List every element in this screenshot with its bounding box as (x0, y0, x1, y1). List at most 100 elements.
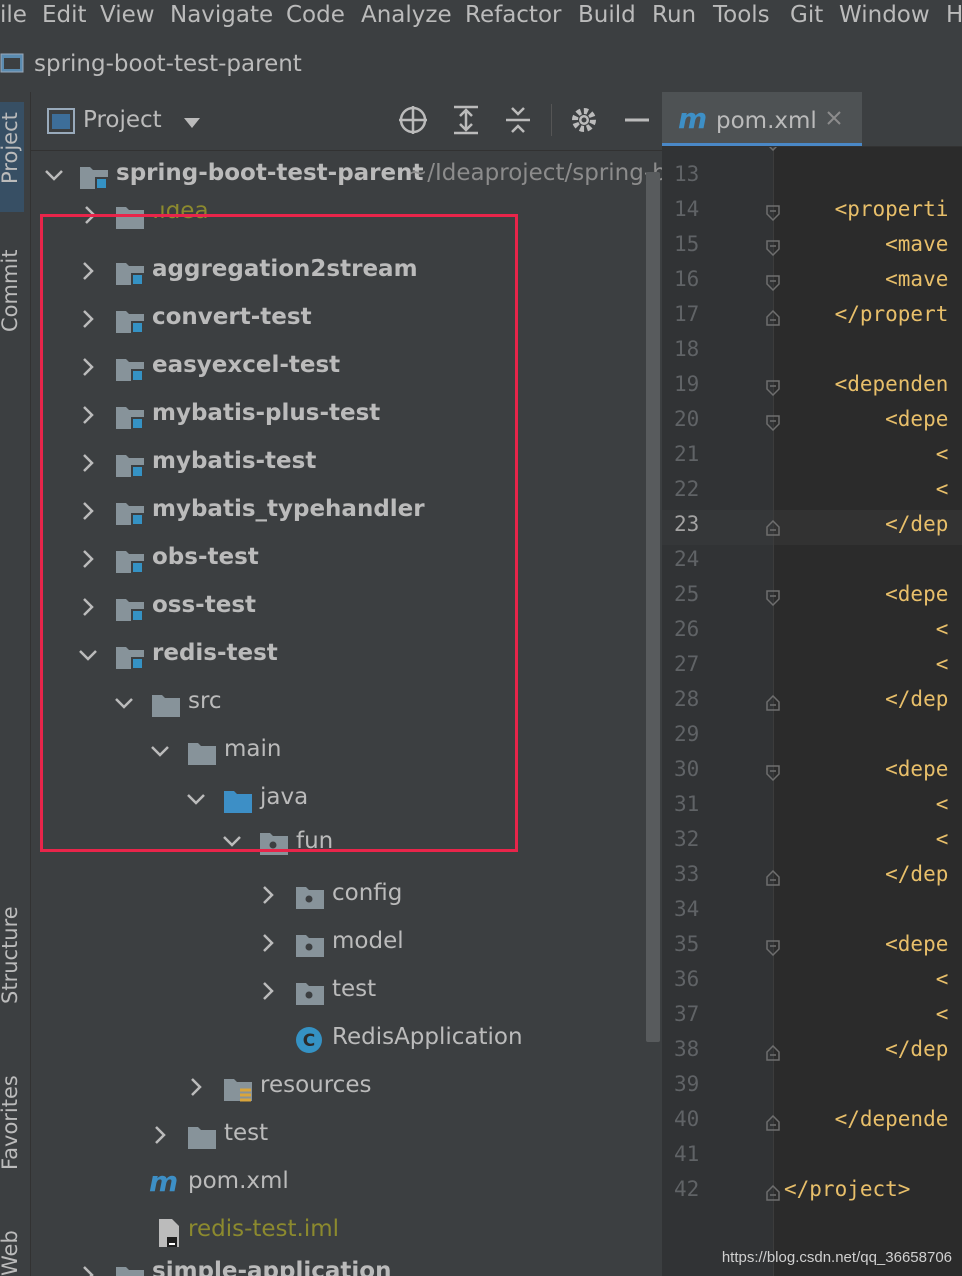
fold-end-icon[interactable] (766, 1114, 780, 1131)
chevron-right-icon[interactable] (257, 884, 279, 906)
code-line: < (784, 827, 949, 851)
tree-label-model: model (332, 928, 404, 954)
fold-end-icon[interactable] (766, 519, 780, 536)
code-line: </depende (784, 1107, 949, 1131)
view-dropdown-icon[interactable] (183, 114, 201, 133)
line-number: 34 (674, 897, 700, 921)
fold-end-icon[interactable] (766, 1184, 780, 1201)
fold-end-icon[interactable] (766, 694, 780, 711)
code-line: <depe (784, 757, 949, 781)
tab-commit[interactable]: Commit (0, 250, 22, 333)
tree-row-package[interactable]: test (31, 972, 662, 1020)
collapse-all-icon[interactable] (502, 104, 534, 136)
fold-start-icon[interactable] (766, 380, 780, 397)
fold-end-icon[interactable] (766, 869, 780, 886)
tab-project[interactable]: Project (0, 112, 22, 184)
line-number: 30 (674, 757, 700, 781)
tree-row-pom[interactable]: m pom.xml (31, 1164, 662, 1212)
chevron-down-icon[interactable] (43, 164, 65, 186)
menu-git[interactable]: Git (790, 0, 823, 38)
tab-structure[interactable]: Structure (0, 906, 22, 1004)
line-number: 23 (674, 512, 700, 536)
tree-row-module[interactable]: simple-application (31, 1260, 662, 1276)
code-line: < (784, 1002, 949, 1026)
menu-code[interactable]: Code (286, 0, 345, 38)
gear-icon[interactable] (568, 104, 600, 136)
locate-icon[interactable] (397, 104, 429, 136)
menu-window[interactable]: Window (839, 0, 930, 38)
line-number: 42 (674, 1177, 700, 1201)
line-number: 18 (674, 337, 700, 361)
menu-refactor[interactable]: Refactor (465, 0, 561, 38)
code-line: <mave (784, 232, 949, 256)
code-line: <dependen (784, 372, 949, 396)
code-line: < (784, 617, 949, 641)
folder-icon (187, 1124, 217, 1154)
tree-row-package[interactable]: model (31, 924, 662, 972)
fold-end-icon[interactable] (766, 1044, 780, 1061)
editor-tab-bar: m pom.xml (662, 92, 962, 147)
tab-pom-xml[interactable]: m pom.xml (662, 92, 862, 146)
tree-row-test-dir[interactable]: test (31, 1116, 662, 1164)
line-number: 20 (674, 407, 700, 431)
menu-help[interactable]: H (946, 0, 962, 38)
tree-row-root[interactable]: spring-boot-test-parent ~/Ideaproject/sp… (31, 156, 667, 204)
fold-start-icon[interactable] (766, 240, 780, 257)
chevron-right-icon[interactable] (257, 932, 279, 954)
fold-start-icon[interactable] (766, 765, 780, 782)
navigation-bar: spring-boot-test-parent (0, 38, 962, 93)
code-line: </dep (784, 862, 949, 886)
expand-all-icon[interactable] (450, 104, 482, 136)
fold-start-icon[interactable] (766, 940, 780, 957)
iml-file-icon (155, 1218, 181, 1252)
hide-icon[interactable] (621, 104, 653, 136)
menu-run[interactable]: Run (652, 0, 696, 38)
chevron-right-icon[interactable] (257, 980, 279, 1002)
code-line: <properti (784, 197, 949, 221)
svg-text:C: C (303, 1031, 315, 1051)
menu-build[interactable]: Build (578, 0, 636, 38)
fold-start-icon[interactable] (766, 415, 780, 432)
fold-end-icon[interactable] (766, 309, 780, 326)
left-tool-strip: Project Commit Structure Favorites Web (0, 92, 31, 1276)
code-line: </propert (784, 302, 949, 326)
chevron-right-icon[interactable] (185, 1076, 207, 1098)
tree-scrollbar[interactable] (646, 172, 660, 1042)
code-area[interactable]: 12 <artifact1314 <properti15 <mave16 <ma… (662, 92, 962, 1276)
chevron-right-icon[interactable] (77, 1264, 99, 1276)
tree-row-package[interactable]: config (31, 876, 662, 924)
fold-start-icon[interactable] (766, 590, 780, 607)
code-line: </dep (784, 687, 949, 711)
close-icon[interactable] (826, 110, 842, 130)
menu-view[interactable]: View (100, 0, 155, 38)
tree-module-label: simple-application (152, 1260, 392, 1276)
chevron-right-icon[interactable] (149, 1124, 171, 1146)
tab-label: pom.xml (716, 108, 817, 134)
line-number: 26 (674, 617, 700, 641)
panel-title[interactable]: Project (83, 107, 162, 133)
line-number: 41 (674, 1142, 700, 1166)
resources-folder-icon (223, 1076, 253, 1108)
line-number: 36 (674, 967, 700, 991)
menu-edit[interactable]: Edit (42, 0, 87, 38)
tree-row-iml[interactable]: redis-test.iml (31, 1212, 662, 1260)
tree-label-redis-application: RedisApplication (332, 1024, 523, 1050)
fold-start-icon[interactable] (766, 205, 780, 222)
fold-start-icon[interactable] (766, 275, 780, 292)
menu-file[interactable]: ile (0, 0, 27, 38)
tree-row-resources[interactable]: resources (31, 1068, 662, 1116)
project-view-icon (47, 108, 75, 138)
line-number: 14 (674, 197, 700, 221)
menu-analyze[interactable]: Analyze (361, 0, 452, 38)
breadcrumb[interactable]: spring-boot-test-parent (34, 51, 302, 77)
tab-favorites[interactable]: Favorites (0, 1075, 22, 1170)
tab-web[interactable]: Web (0, 1230, 22, 1276)
menu-tools[interactable]: Tools (713, 0, 770, 38)
code-line: <depe (784, 407, 949, 431)
code-line: < (784, 792, 949, 816)
code-line: <depe (784, 582, 949, 606)
class-icon: C (295, 1026, 323, 1058)
line-number: 38 (674, 1037, 700, 1061)
tree-row-class[interactable]: C RedisApplication (31, 1020, 662, 1068)
menu-navigate[interactable]: Navigate (170, 0, 273, 38)
